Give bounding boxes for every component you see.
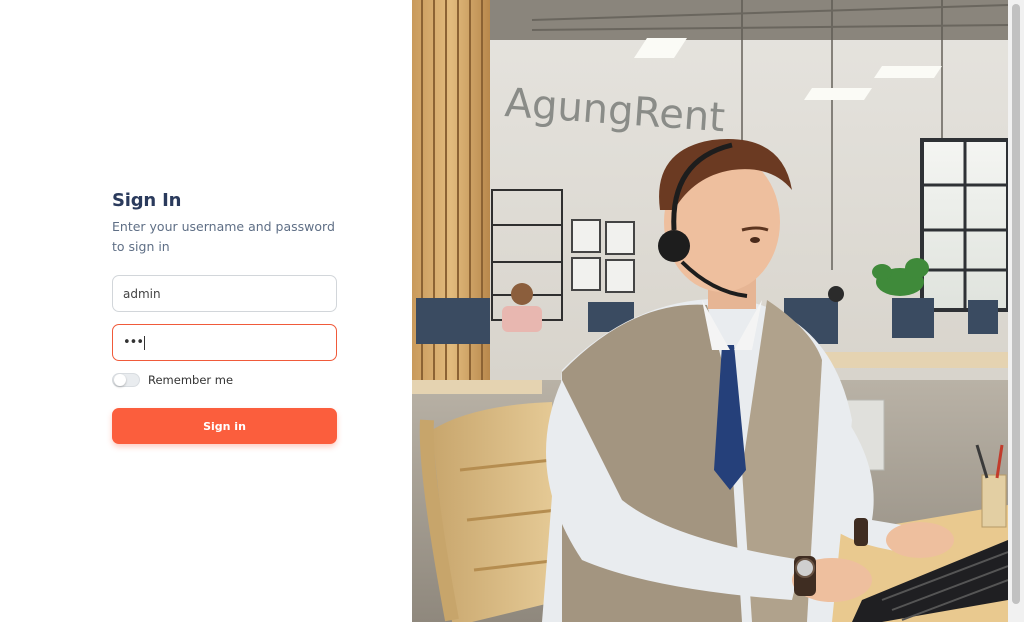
page-title: Sign In [112,190,182,211]
office-illustration: AgungRent [412,0,1008,622]
password-field[interactable]: ••• [112,324,337,361]
toggle-knob [114,374,126,386]
signin-panel: Sign In Enter your username and password… [0,0,412,622]
remember-me-toggle[interactable] [112,373,140,387]
login-page: Sign In Enter your username and password… [0,0,1024,622]
office-illustration-image: AgungRent [412,0,1008,622]
text-caret [144,335,146,350]
username-value: admin [123,286,161,301]
remember-me-label[interactable]: Remember me [148,373,233,387]
page-scrollbar[interactable] [1008,0,1024,622]
password-mask: ••• [123,335,144,350]
username-field[interactable]: admin [112,275,337,312]
remember-me-row: Remember me [112,373,337,387]
scrollbar-thumb[interactable] [1012,4,1020,604]
sign-in-button[interactable]: Sign in [112,408,337,444]
signin-form: Sign In Enter your username and password… [112,190,337,444]
signin-subtitle: Enter your username and password to sign… [112,219,335,254]
